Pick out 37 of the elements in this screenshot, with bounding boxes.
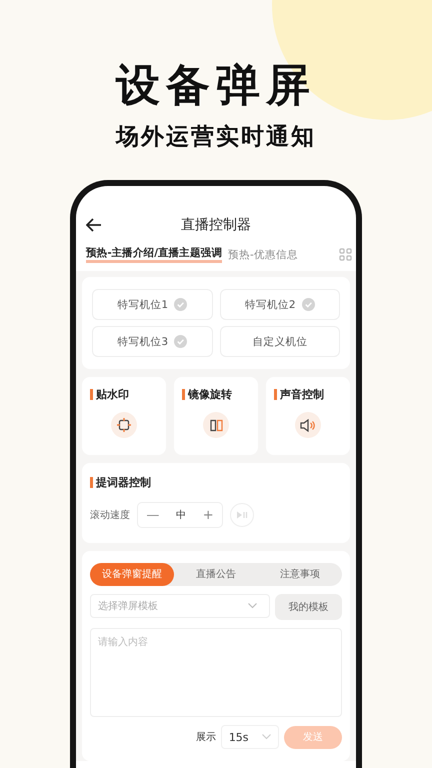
grid-icon[interactable] [339,248,352,261]
crop-frame-icon [117,418,131,432]
speaker-icon [300,418,316,432]
check-icon [174,335,188,348]
feature-card[interactable]: 声音控制 [266,377,350,455]
speed-label: 滚动速度 [90,508,130,522]
segment-tab[interactable]: 注意事项 [258,563,342,586]
duration-select[interactable]: 15s [221,725,279,749]
speed-value: 中 [176,508,186,522]
tab[interactable]: 预热-优惠信息 [228,248,298,262]
my-template-button[interactable]: 我的模板 [275,594,342,620]
feature-card[interactable]: 贴水印 [82,377,166,455]
camera-position-button[interactable]: 特写机位1 [92,289,212,320]
chevron-down-icon [248,602,257,609]
headline: 设备弹屏 [116,59,316,113]
camera-position-button[interactable]: 特写机位2 [220,289,340,320]
camera-position-button[interactable]: 自定义机位 [220,326,340,357]
feature-card[interactable]: 镜像旋转 [174,377,258,455]
section-title: 贴水印 [90,389,129,400]
section-title: 提词器控制 [90,477,342,488]
segment-tab[interactable]: 直播公告 [174,563,258,586]
section-title: 声音控制 [274,389,324,400]
check-icon [174,298,188,311]
decrease-button[interactable]: — [146,508,160,522]
chevron-down-icon [262,734,272,740]
play-pause-icon[interactable] [230,503,254,527]
camera-position-button[interactable]: 特写机位3 [92,326,212,357]
increase-button[interactable]: + [202,508,214,522]
mirror-icon [208,418,224,432]
display-label: 展示 [196,731,216,744]
check-icon [302,298,315,311]
back-arrow-icon[interactable] [86,218,102,232]
screen-title: 直播控制器 [181,216,251,234]
content-field[interactable]: 请输入内容 [90,628,342,717]
tab[interactable]: 预热-主播介绍/直播主题强调 [86,246,222,263]
section-title: 镜像旋转 [182,389,232,400]
subtitle: 场外运营实时通知 [116,123,316,152]
